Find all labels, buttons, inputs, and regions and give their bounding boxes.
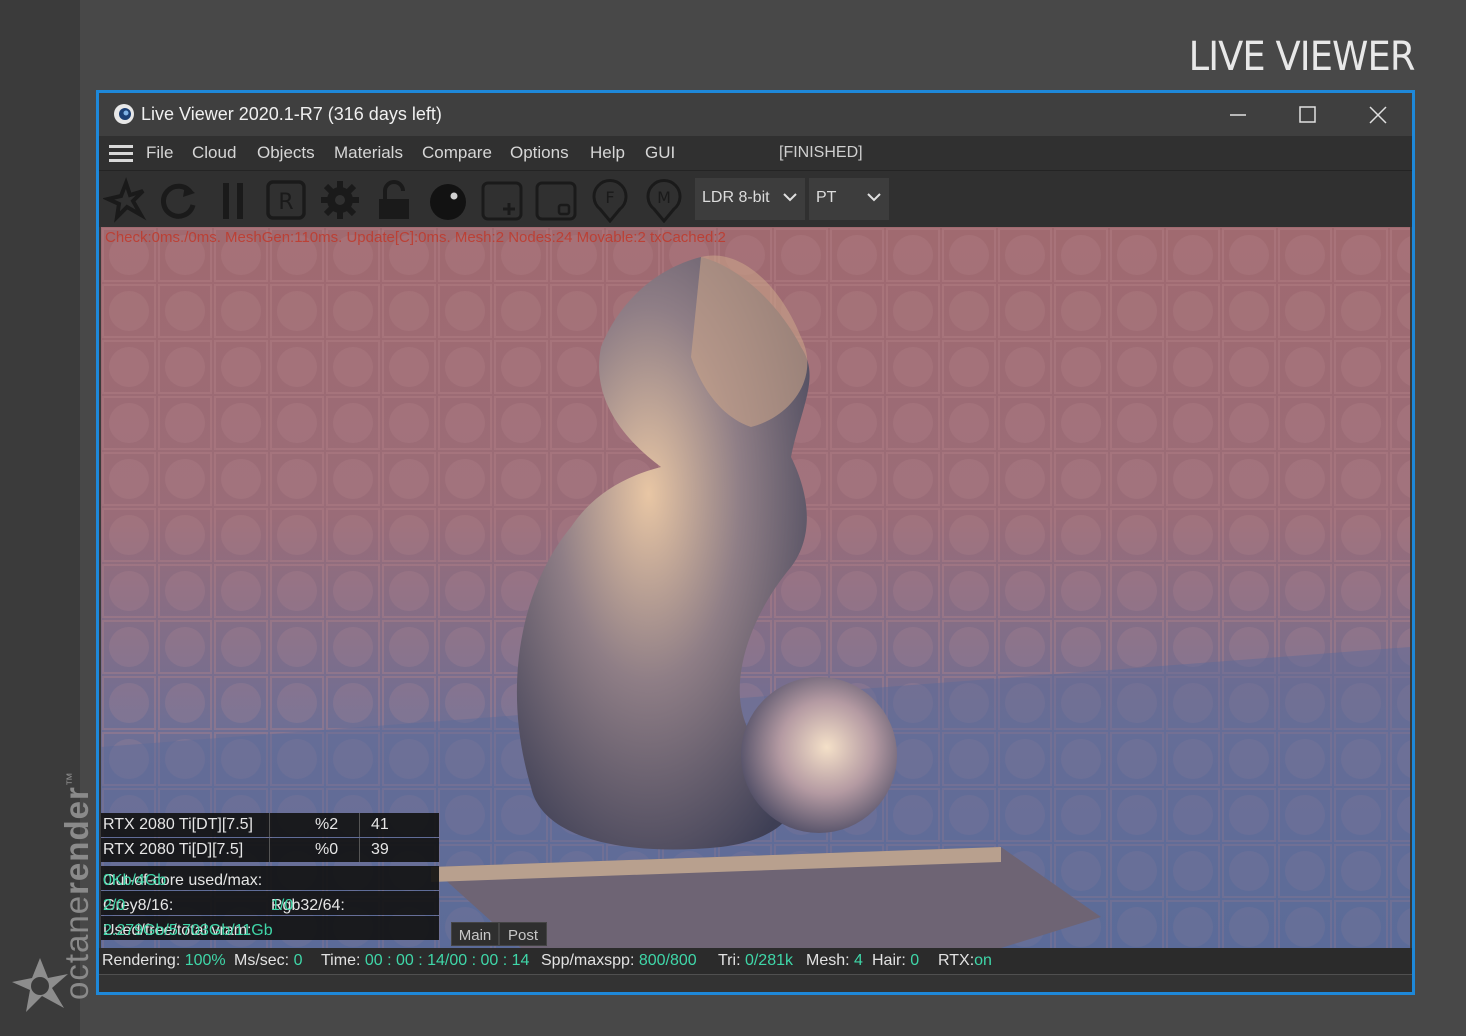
mesh-value: 4 [854, 952, 863, 969]
ms-label: Ms/sec: [234, 952, 294, 969]
tab-main[interactable]: Main [451, 922, 499, 946]
clay-sphere-icon[interactable] [425, 177, 471, 223]
menu-file[interactable]: File [146, 143, 173, 163]
svg-text:M: M [657, 188, 671, 207]
close-button[interactable] [1343, 93, 1413, 136]
hair-label: Hair: [872, 952, 911, 969]
vram-value: 2.279Gb/5.703Gb/11Gb [103, 922, 273, 939]
spp-value: 800/800 [638, 952, 697, 969]
menu-materials[interactable]: Materials [334, 143, 403, 163]
maximize-icon [1299, 106, 1316, 123]
minimize-icon [1230, 114, 1246, 116]
render-status-label: [FINISHED] [779, 144, 863, 161]
title-bar[interactable]: Live Viewer 2020.1-R7 (316 days left) [99, 93, 1412, 136]
gpu-name: RTX 2080 Ti[D][7.5] [103, 841, 244, 858]
focus-picker-icon[interactable]: F [587, 177, 633, 223]
svg-text:F: F [605, 188, 614, 207]
film-region-icon[interactable] [533, 177, 579, 223]
settings-gear-icon[interactable] [317, 177, 363, 223]
out-of-core-value: 0Kb/4Gb [103, 872, 167, 889]
window-title: Live Viewer 2020.1-R7 (316 days left) [141, 104, 442, 124]
bottom-strip [99, 974, 1412, 992]
gpu-name: RTX 2080 Ti[DT][7.5] [103, 816, 253, 833]
chevron-down-icon [867, 193, 881, 202]
gpu-row: RTX 2080 Ti[D][7.5] %0 39 [101, 838, 439, 862]
unlock-icon[interactable] [371, 177, 417, 223]
out-of-core-row: Out-of-core used/max: 0Kb/4Gb [101, 866, 439, 890]
rgb-value: 1/0 [271, 897, 294, 914]
menu-gui[interactable]: GUI [645, 143, 675, 163]
menu-compare[interactable]: Compare [422, 143, 492, 163]
rtx-label: RTX: [938, 952, 975, 969]
menu-help[interactable]: Help [590, 143, 625, 163]
tonemap-select[interactable]: LDR 8-bit [695, 178, 805, 220]
material-picker-icon[interactable]: M [641, 177, 687, 223]
menu-cloud[interactable]: Cloud [192, 143, 236, 163]
render-viewport[interactable]: Check:0ms./0ms. MeshGen:110ms. Update[C]… [101, 227, 1410, 948]
maximize-button[interactable] [1273, 93, 1343, 136]
tab-post[interactable]: Post [499, 922, 547, 946]
pause-icon[interactable] [211, 177, 257, 223]
time-value: 00 : 00 : 14/00 : 00 : 14 [364, 952, 530, 969]
gpu-temp: 41 [371, 816, 389, 833]
menu-options[interactable]: Options [510, 143, 569, 163]
vram-row: Used/free/total vram: 2.279Gb/5.703Gb/11… [101, 916, 439, 940]
menu-objects[interactable]: Objects [257, 143, 315, 163]
tri-label: Tri: [718, 952, 745, 969]
tri-value: 0/281k [744, 952, 793, 969]
app-logo-icon [114, 104, 134, 124]
chevron-down-icon [783, 193, 797, 202]
hamburger-menu-icon[interactable] [109, 145, 133, 163]
minimize-button[interactable] [1203, 93, 1273, 136]
hair-value: 0 [910, 952, 920, 969]
mesh-label: Mesh: [806, 952, 855, 969]
send-scene-icon[interactable] [103, 177, 149, 223]
texture-count-row: Grey8/16: 2/0 Rgb32/64: 1/0 [101, 891, 439, 915]
refresh-icon[interactable] [155, 177, 201, 223]
kernel-select[interactable]: PT [809, 178, 889, 220]
rendering-value: 100% [184, 952, 226, 969]
gpu-row: RTX 2080 Ti[DT][7.5] %2 41 [101, 813, 439, 837]
add-region-icon[interactable] [479, 177, 525, 223]
close-icon [1369, 106, 1387, 124]
toolbar: R F M LDR 8-bit PT [99, 170, 1412, 227]
page-title: LIVE VIEWER [1188, 34, 1415, 80]
ms-value: 0 [293, 952, 303, 969]
time-label: Time: [321, 952, 365, 969]
debug-info-text: Check:0ms./0ms. MeshGen:110ms. Update[C]… [105, 229, 726, 246]
tonemap-select-value: LDR 8-bit [702, 189, 770, 206]
render-region-icon[interactable]: R [263, 177, 309, 223]
rendering-label: Rendering: [102, 952, 185, 969]
svg-text:R: R [278, 190, 293, 215]
status-bar: Rendering: 100% Ms/sec: 0 Time: 00 : 00 … [99, 948, 1412, 974]
grey-value: 2/0 [103, 897, 126, 914]
menu-bar: File Cloud Objects Materials Compare Opt… [99, 136, 1412, 170]
gpu-usage: %2 [315, 816, 339, 833]
gpu-usage: %0 [315, 841, 339, 858]
gpu-temp: 39 [371, 841, 389, 858]
kernel-select-value: PT [816, 189, 837, 206]
live-viewer-window: Live Viewer 2020.1-R7 (316 days left) Fi… [96, 90, 1415, 995]
spp-label: Spp/maxspp: [541, 952, 639, 969]
rtx-value: on [974, 952, 992, 969]
octane-logo-icon [12, 958, 68, 1012]
